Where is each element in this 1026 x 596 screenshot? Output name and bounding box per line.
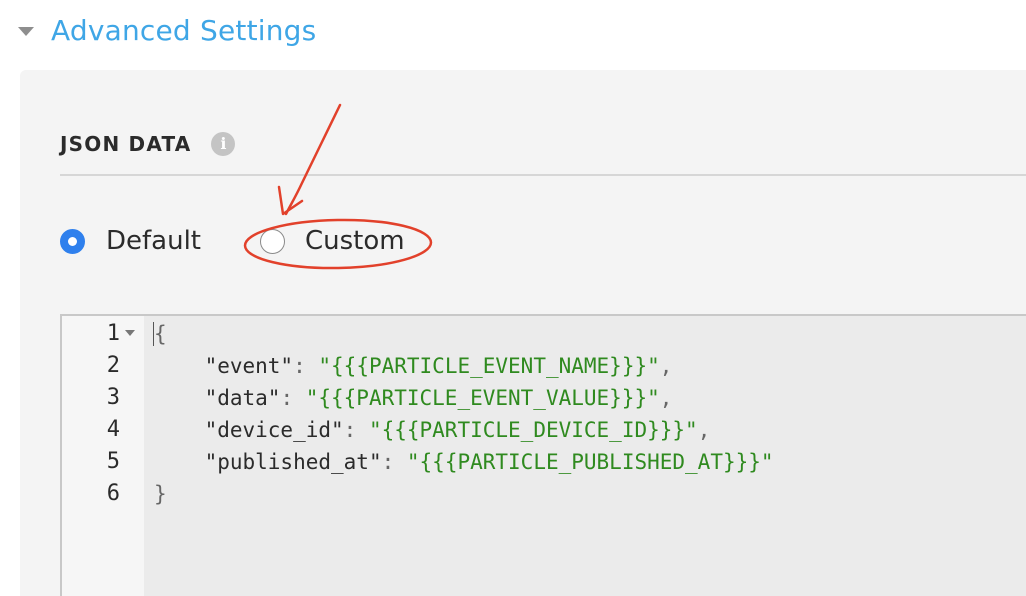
json-colon: : <box>381 450 407 474</box>
json-colon: : <box>293 354 319 378</box>
radio-custom-circle[interactable] <box>260 228 285 254</box>
radio-default-label[interactable]: Default <box>106 226 201 256</box>
radio-custom-label[interactable]: Custom <box>305 226 405 256</box>
open-brace: { <box>154 322 167 346</box>
editor-gutter: 1 2 3 4 5 6 <box>62 316 144 596</box>
line-number: 6 <box>106 481 120 506</box>
page-root: Advanced Settings JSON DATA i Default Cu… <box>0 0 1026 596</box>
json-key: "published_at" <box>204 450 382 474</box>
json-comma: , <box>697 418 711 442</box>
json-colon: : <box>343 418 369 442</box>
code-line-3: "data": "{{{PARTICLE_EVENT_VALUE}}}", <box>154 382 673 414</box>
json-colon: : <box>280 386 306 410</box>
code-line-4: "device_id": "{{{PARTICLE_DEVICE_ID}}}", <box>154 414 711 446</box>
code-line-1: { <box>154 318 167 350</box>
json-key: "data" <box>204 386 281 410</box>
line-number: 4 <box>106 417 120 442</box>
caret-down-icon[interactable] <box>18 26 34 36</box>
json-key: "device_id" <box>204 418 344 442</box>
code-line-2: "event": "{{{PARTICLE_EVENT_NAME}}}", <box>154 350 673 382</box>
code-line-5: "published_at": "{{{PARTICLE_PUBLISHED_A… <box>154 446 774 478</box>
json-value: "{{{PARTICLE_EVENT_NAME}}}" <box>318 354 660 378</box>
radio-custom[interactable]: Custom <box>260 226 405 256</box>
line-number: 1 <box>106 321 120 346</box>
json-data-label: JSON DATA <box>60 132 192 156</box>
json-key: "event" <box>204 354 294 378</box>
close-brace: } <box>154 482 167 506</box>
info-icon[interactable]: i <box>211 132 236 156</box>
advanced-settings-panel: JSON DATA i Default Custom 1 2 3 4 5 6 { <box>20 70 1026 596</box>
advanced-settings-toggle[interactable]: Advanced Settings <box>18 10 316 50</box>
line-number: 3 <box>106 385 120 410</box>
json-code-editor[interactable]: 1 2 3 4 5 6 { "event": "{{{PARTICLE_EVEN… <box>60 314 1026 596</box>
fold-down-icon[interactable] <box>125 330 135 336</box>
line-number: 5 <box>106 449 120 474</box>
code-line-6: } <box>154 478 167 510</box>
json-comma: , <box>659 386 673 410</box>
json-value: "{{{PARTICLE_DEVICE_ID}}}" <box>368 418 698 442</box>
json-value: "{{{PARTICLE_PUBLISHED_AT}}}" <box>406 450 774 474</box>
radio-default[interactable]: Default <box>60 226 201 256</box>
divider <box>60 174 1026 176</box>
line-number: 2 <box>106 353 120 378</box>
json-comma: , <box>659 354 673 378</box>
radio-default-circle[interactable] <box>60 228 85 254</box>
json-value: "{{{PARTICLE_EVENT_VALUE}}}" <box>305 386 660 410</box>
section-title[interactable]: Advanced Settings <box>51 14 316 47</box>
json-data-header: JSON DATA i <box>60 132 236 156</box>
